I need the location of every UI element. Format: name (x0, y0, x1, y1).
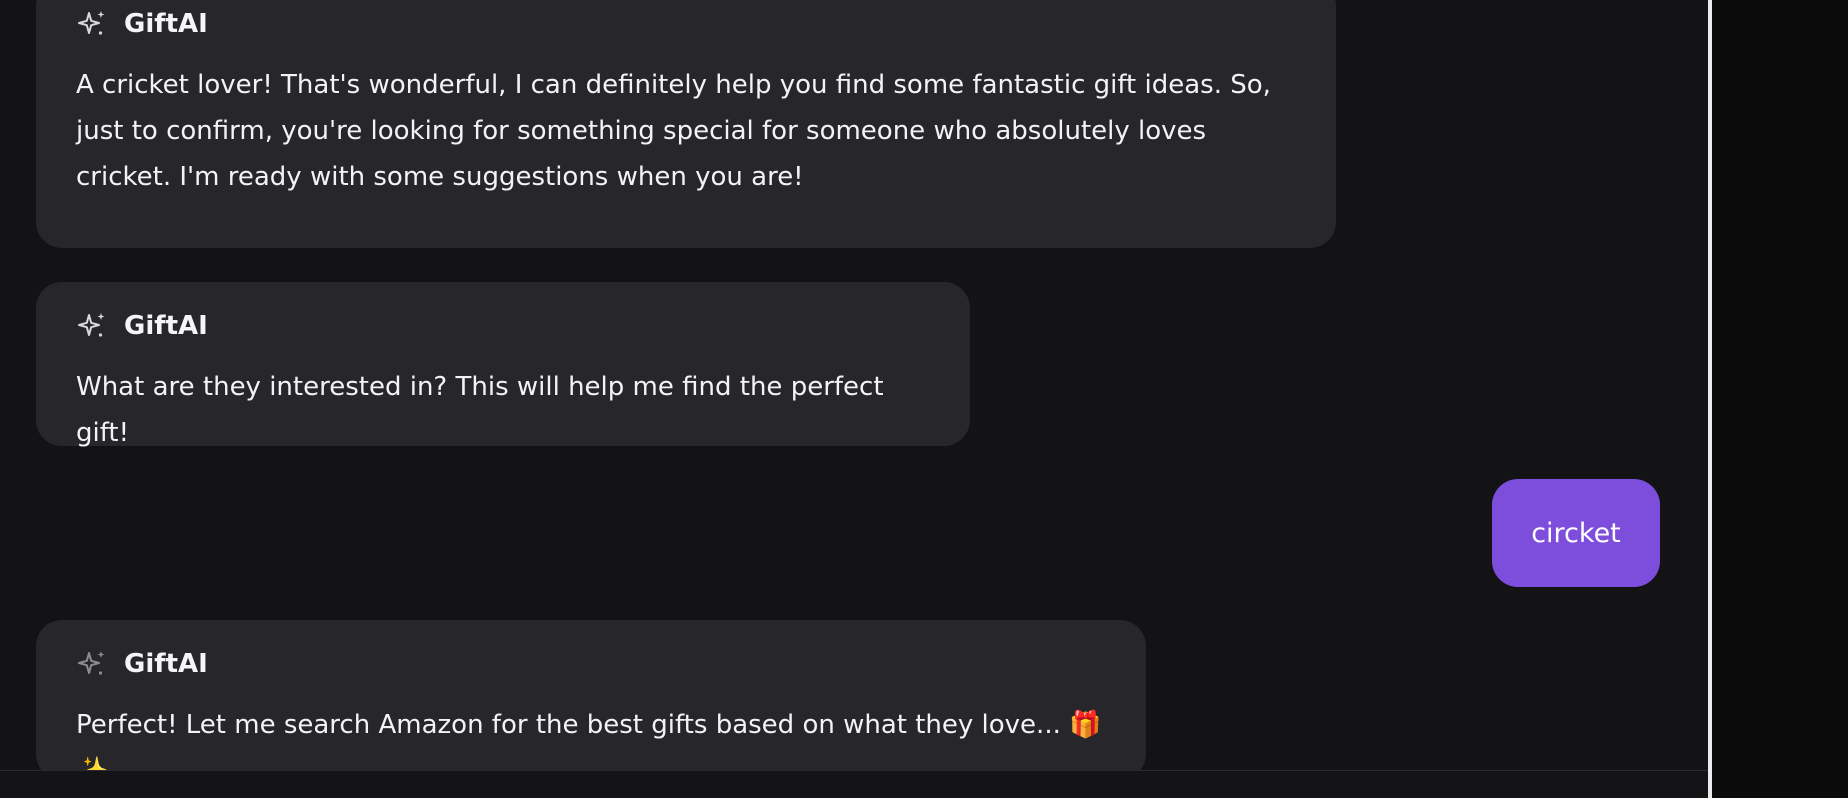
assistant-message: GiftAI A cricket lover! That's wonderful… (36, 0, 1336, 248)
message-text: What are they interested in? This will h… (76, 372, 884, 448)
message-header: GiftAI (76, 308, 930, 344)
message-header: GiftAI (76, 646, 1106, 682)
side-panel (1712, 0, 1848, 798)
composer-area (0, 770, 1708, 798)
chat-transcript[interactable]: GiftAI A cricket lover! That's wonderful… (0, 0, 1708, 798)
user-message: circket (1492, 479, 1660, 587)
sender-name: GiftAI (124, 649, 208, 679)
sparkle-icon (76, 648, 108, 680)
message-text: circket (1531, 517, 1621, 549)
sparkle-icon (76, 310, 108, 342)
sparkle-icon (76, 8, 108, 40)
assistant-message: GiftAI What are they interested in? This… (36, 282, 970, 448)
message-header: GiftAI (76, 6, 1296, 42)
message-text: A cricket lover! That's wonderful, I can… (76, 70, 1271, 192)
sender-name: GiftAI (124, 9, 208, 39)
sender-name: GiftAI (124, 311, 208, 341)
assistant-message: GiftAI Perfect! Let me search Amazon for… (36, 620, 1146, 786)
app-window: GiftAI A cricket lover! That's wonderful… (0, 0, 1848, 798)
